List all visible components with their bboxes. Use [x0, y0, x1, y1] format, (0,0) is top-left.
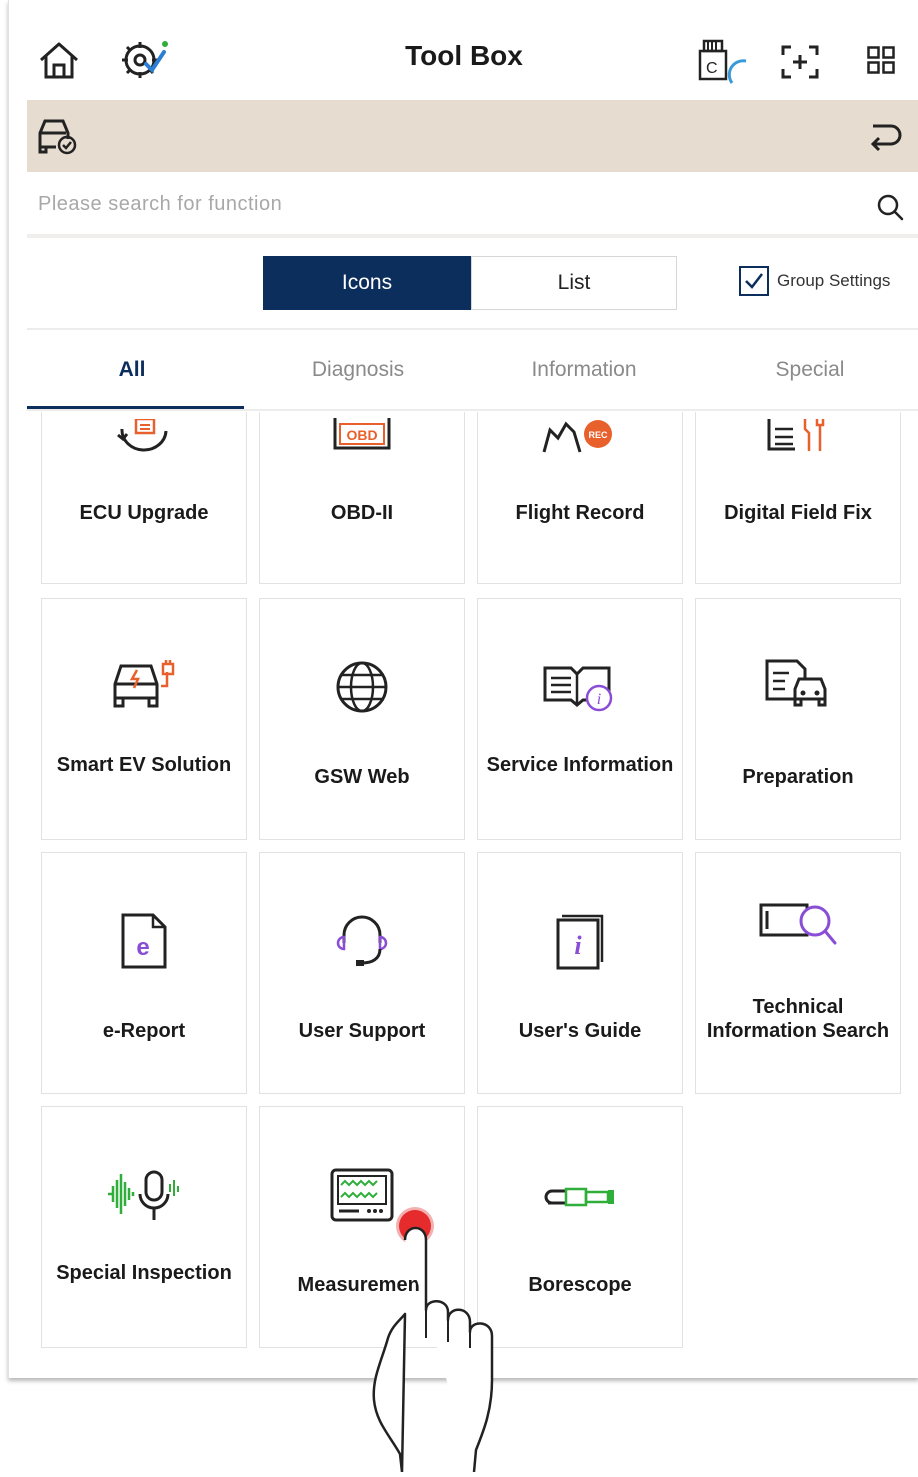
list-view-button[interactable]: List	[471, 256, 677, 310]
tab-all[interactable]: All	[24, 358, 240, 382]
vci-connect-icon[interactable]: C	[697, 38, 749, 86]
obd-icon: OBD	[260, 413, 464, 459]
tool-tile-user-support[interactable]: User Support	[259, 852, 465, 1094]
digital-field-fix-icon	[696, 413, 900, 459]
search-icon[interactable]	[873, 190, 907, 224]
tab-diagnosis[interactable]: Diagnosis	[250, 358, 466, 382]
screen-capture-icon[interactable]	[777, 40, 823, 84]
flight-record-icon: REC	[478, 413, 682, 459]
tool-tile-label: OBD-II	[330, 502, 394, 524]
tab-special[interactable]: Special	[702, 358, 918, 382]
tool-tile-label: Digital Field Fix	[724, 502, 872, 524]
tool-tile-label: Service Information	[486, 754, 674, 776]
top-bar: Tool Box C	[9, 0, 918, 100]
tool-tile-gsw-web[interactable]: GSW Web	[259, 598, 465, 840]
sound-mic-icon	[42, 1159, 246, 1231]
tool-tile-digital-field-fix[interactable]: Digital Field Fix	[695, 412, 901, 584]
tool-tile-label: User's Guide	[518, 1020, 642, 1042]
tool-tile-label: Borescope	[528, 1274, 632, 1296]
headset-icon	[260, 905, 464, 977]
divider	[27, 409, 918, 411]
tool-tile-preparation[interactable]: Preparation	[695, 598, 901, 840]
tool-tile-obd-ii[interactable]: OBD OBD-II	[259, 412, 465, 584]
guide-book-icon: i	[478, 905, 682, 977]
tool-tile-label: ECU Upgrade	[79, 502, 209, 524]
tool-tile-technical-information-search[interactable]: Technical Information Search	[695, 852, 901, 1094]
grid-menu-icon[interactable]	[861, 40, 901, 80]
tool-tile-label: User Support	[298, 1020, 426, 1042]
svg-text:C: C	[706, 60, 718, 77]
tool-tile-borescope[interactable]: Borescope	[477, 1106, 683, 1348]
document-car-icon	[696, 651, 900, 723]
tool-tile-service-information[interactable]: i Service Information	[477, 598, 683, 840]
return-icon[interactable]	[863, 118, 907, 154]
toolbox-screen: Tool Box C Please search for function Ic…	[8, 0, 918, 1378]
tool-tile-label: Special Inspection	[56, 1262, 232, 1284]
tool-tile-ecu-upgrade[interactable]: ECU Upgrade	[41, 412, 247, 584]
e-icon-text: e	[136, 934, 149, 961]
search-input[interactable]: Please search for function	[38, 193, 282, 216]
tab-information[interactable]: Information	[476, 358, 692, 382]
tool-tile-label: Technical Information Search	[706, 996, 890, 1042]
search-bar[interactable]: Please search for function	[27, 178, 918, 238]
tool-tile-label: Preparation	[742, 766, 854, 788]
tool-tile-users-guide[interactable]: i User's Guide	[477, 852, 683, 1094]
tool-tile-label: Smart EV Solution	[56, 754, 232, 776]
tool-tile-label: e-Report	[102, 1020, 186, 1042]
tool-tile-label: Flight Record	[515, 502, 645, 524]
group-settings-checkbox[interactable]: Group Settings	[739, 266, 890, 296]
tool-tile-special-inspection[interactable]: Special Inspection	[41, 1106, 247, 1348]
hand-pointer-icon	[356, 1210, 506, 1477]
globe-icon	[260, 651, 464, 723]
vehicle-bar	[27, 100, 918, 172]
obd-icon-text: OBD	[346, 427, 377, 443]
book-info-icon: i	[478, 651, 682, 723]
divider	[27, 328, 918, 330]
group-settings-label: Group Settings	[777, 271, 891, 290]
rec-icon-text: REC	[588, 430, 608, 440]
tool-tile-smart-ev-solution[interactable]: Smart EV Solution	[41, 598, 247, 840]
icons-view-button[interactable]: Icons	[263, 256, 471, 310]
e-report-icon: e	[42, 905, 246, 977]
tool-tile-flight-record[interactable]: REC Flight Record	[477, 412, 683, 584]
ev-car-icon	[42, 651, 246, 723]
checkbox-checked-icon[interactable]	[739, 266, 769, 296]
tool-tile-label: GSW Web	[314, 766, 410, 788]
tech-search-icon	[696, 889, 900, 961]
tool-tile-e-report[interactable]: e e-Report	[41, 852, 247, 1094]
svg-text:i: i	[597, 691, 601, 708]
ecu-upgrade-icon	[42, 417, 246, 457]
car-check-icon[interactable]	[35, 116, 79, 156]
i-icon-text: i	[574, 931, 582, 960]
borescope-icon	[478, 1159, 682, 1231]
